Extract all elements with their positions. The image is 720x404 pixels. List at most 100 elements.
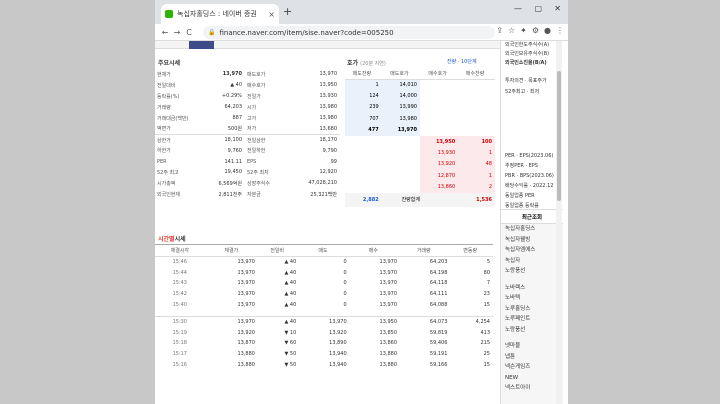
quote-value: 500원 bbox=[203, 123, 245, 135]
orderbook-bid-row: 13,930 1 bbox=[345, 147, 495, 159]
timeseries-header-cell: 변동량 bbox=[450, 244, 493, 257]
recent-item[interactable]: 넥슨게임즈 bbox=[501, 362, 563, 373]
timeseries-header: 체결시각 체결가 전일비 매도 매수 거래량 변동량 bbox=[155, 244, 493, 257]
trade-buy: 13,880 bbox=[379, 351, 398, 358]
ask-price: 13,970 bbox=[381, 124, 420, 136]
trade-buy: 13,970 bbox=[379, 259, 398, 266]
empty-cell bbox=[458, 102, 495, 113]
orderbook-link-volume[interactable]: 잔량 bbox=[447, 59, 456, 65]
orderbook-link-10step[interactable]: 10단계 bbox=[461, 59, 477, 65]
quote-label: 거래량 bbox=[157, 104, 171, 111]
orderbook-header-cell: 매수잔량 bbox=[458, 69, 495, 80]
bid-qty: 100 bbox=[458, 135, 495, 148]
puzzle-icon[interactable]: ⚙ bbox=[532, 26, 539, 35]
quote-value: 18,100 bbox=[224, 137, 243, 144]
browser-toolbar: ← → C 🔒 finance.naver.com/item/sise.nave… bbox=[155, 24, 568, 41]
main-quote-row: 외국인현재 2,811천주 자본금 25,321백만 bbox=[155, 189, 340, 200]
trade-sell: 13,890 bbox=[329, 340, 347, 347]
timeseries-header-cell: 매수 bbox=[349, 244, 401, 257]
trade-buy: 13,970 bbox=[379, 280, 398, 287]
reload-icon[interactable]: C bbox=[183, 28, 195, 37]
menu-kebab-icon[interactable]: ⋮ bbox=[556, 26, 564, 35]
recent-item[interactable]: 넷마블 bbox=[501, 341, 563, 352]
minimize-icon[interactable]: — bbox=[514, 4, 522, 13]
quote-value: 9,760 bbox=[227, 147, 242, 154]
recent-item[interactable]: 노루홀딩스 bbox=[501, 304, 563, 315]
close-window-icon[interactable]: ✕ bbox=[554, 4, 561, 13]
empty-cell bbox=[382, 136, 420, 147]
bid-qty: 1 bbox=[458, 170, 495, 182]
recent-item[interactable]: 노루페인트 bbox=[501, 314, 563, 325]
quote-label: 매도호가 bbox=[247, 71, 266, 78]
empty-cell bbox=[345, 147, 382, 158]
trade-time: 15:40 bbox=[172, 302, 187, 309]
tab-close-icon[interactable]: × bbox=[268, 10, 275, 19]
trade-price: 13,970 bbox=[237, 291, 255, 298]
trade-delta: 215 bbox=[480, 340, 490, 347]
toolbar-actions: ⇪ ☆ ✦ ⚙ ● ⋮ bbox=[496, 26, 564, 35]
timeseries-row: 15:43 13,970 ▲ 40 0 13,970 64,118 7 bbox=[155, 278, 493, 289]
recent-item[interactable]: NEW bbox=[501, 373, 563, 384]
section-nav-active-tab[interactable] bbox=[189, 41, 214, 49]
quote-label: 현재가 bbox=[157, 71, 171, 78]
browser-window: 녹십자홀딩스 : 네이버 증권 × + — ▢ ✕ ← → C 🔒 financ… bbox=[155, 0, 568, 404]
recent-item[interactable]: 노바렉스 bbox=[501, 283, 563, 294]
valuation-info-line: PER · EPS(2023.06) bbox=[505, 153, 554, 159]
profile-icon[interactable]: ● bbox=[544, 26, 551, 35]
empty-cell bbox=[382, 182, 420, 193]
recent-item[interactable]: 넥스트아이 bbox=[501, 383, 563, 394]
recent-item[interactable]: 넵튠 bbox=[501, 352, 563, 363]
address-bar[interactable]: 🔒 finance.naver.com/item/sise.naver?code… bbox=[203, 26, 495, 39]
trade-change: ▼ 50 bbox=[284, 362, 297, 369]
orderbook-ask-row: 124 14,000 bbox=[345, 90, 495, 102]
share-icon[interactable]: ⇪ bbox=[496, 26, 503, 35]
timeseries-title-rest: 시세 bbox=[174, 236, 186, 243]
orderbook-total-row: 2,882 잔량합계 1,536 bbox=[345, 192, 495, 207]
tab-bar: 녹십자홀딩스 : 네이버 증권 × + — ▢ ✕ bbox=[155, 0, 568, 24]
quote-label: 전일가 bbox=[247, 93, 261, 100]
quote-value: 887 bbox=[232, 115, 242, 121]
bid-price: 13,950 bbox=[419, 135, 459, 148]
trade-price: 13,970 bbox=[237, 280, 255, 287]
back-icon[interactable]: ← bbox=[159, 28, 171, 37]
recent-item[interactable]: 노랑풍선 bbox=[501, 266, 563, 277]
page-scrollbar[interactable] bbox=[556, 41, 562, 404]
maximize-icon[interactable]: ▢ bbox=[534, 4, 542, 13]
quote-label: 하한가 bbox=[157, 148, 171, 155]
forward-icon[interactable]: → bbox=[171, 28, 183, 37]
quote-value: 18,170 bbox=[319, 137, 338, 144]
extension-icon[interactable]: ✦ bbox=[520, 26, 527, 35]
recent-item[interactable]: 녹십자엠에스 bbox=[501, 245, 563, 256]
trade-volume: 64,203 bbox=[429, 259, 448, 266]
ask-qty: 477 bbox=[345, 124, 382, 136]
orderbook-ask-row: 1 14,010 bbox=[345, 79, 495, 91]
recent-item[interactable]: 녹십자홀딩스 bbox=[501, 224, 563, 235]
new-tab-button[interactable]: + bbox=[283, 5, 292, 18]
orderbook-ask-row: 707 13,980 bbox=[345, 113, 495, 125]
recent-item[interactable]: 녹십자 bbox=[501, 256, 563, 267]
quote-value: 2,811천주 bbox=[218, 191, 242, 198]
bid-price: 13,860 bbox=[419, 181, 459, 193]
recent-item[interactable]: 노바텍 bbox=[501, 293, 563, 304]
recent-item[interactable]: 녹십자웰빙 bbox=[501, 235, 563, 246]
quote-value: 13,970 bbox=[222, 71, 242, 78]
quote-label: PER bbox=[157, 158, 167, 165]
trade-time: 15:43 bbox=[172, 280, 187, 287]
trade-time: 15:17 bbox=[172, 351, 187, 358]
total-ask-qty: 2,882 bbox=[345, 192, 382, 207]
recent-item[interactable]: 노랑풍선 bbox=[501, 325, 563, 336]
trade-time: 15:44 bbox=[172, 269, 187, 276]
timeseries-header-cell: 매도 bbox=[299, 244, 350, 257]
orderbook-delay: (20분 지연) bbox=[360, 61, 386, 67]
ask-price: 14,010 bbox=[381, 79, 420, 91]
trade-change: ▲ 40 bbox=[284, 259, 297, 266]
empty-cell bbox=[420, 102, 458, 113]
scrollbar-thumb[interactable] bbox=[557, 71, 561, 201]
trade-change: ▼ 50 bbox=[284, 351, 297, 358]
main-quote-row: 현재가 13,970 매도호가 13,970 bbox=[155, 69, 340, 80]
timeseries-header-cell: 거래량 bbox=[400, 244, 451, 257]
tab-naver-finance[interactable]: 녹십자홀딩스 : 네이버 증권 × bbox=[161, 4, 279, 24]
main-quote-row: 거래대금(백만) 887 고가 13,980 bbox=[155, 113, 340, 124]
bookmark-star-icon[interactable]: ☆ bbox=[508, 26, 515, 35]
quote-label: 등락률(%) bbox=[157, 93, 180, 100]
